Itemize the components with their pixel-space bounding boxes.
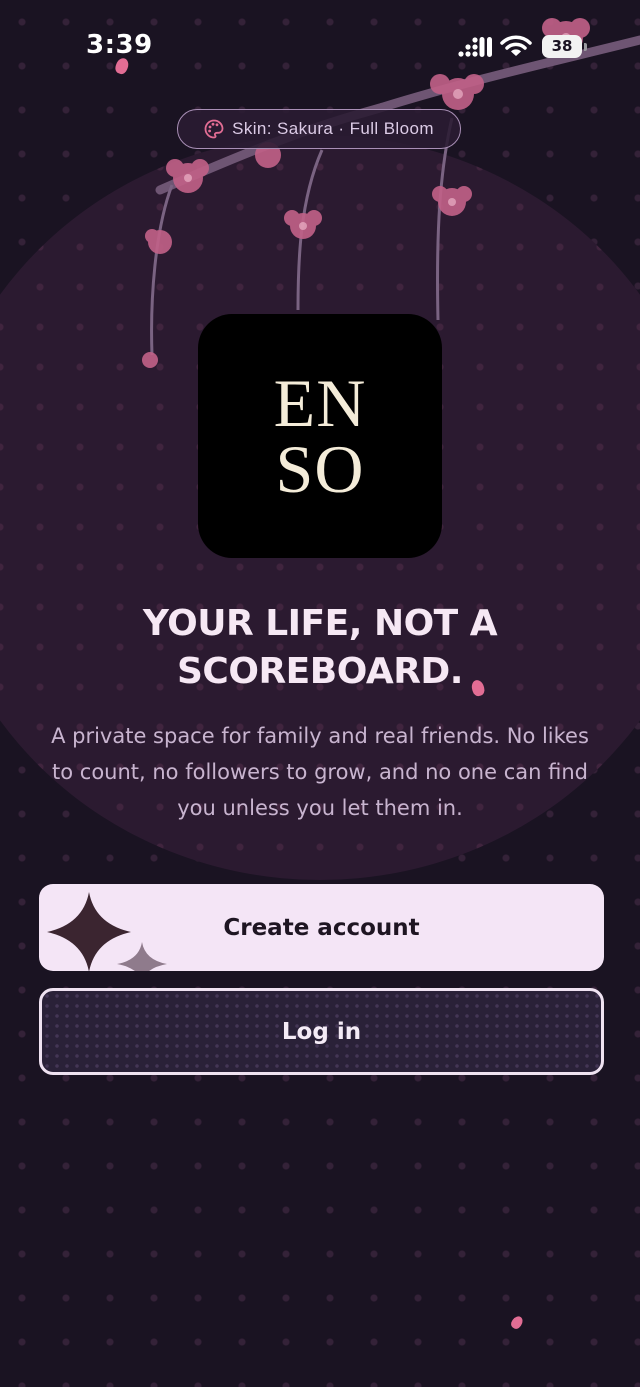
battery-icon: 38 xyxy=(542,35,587,58)
falling-petal xyxy=(509,1314,525,1331)
skin-selector-chip[interactable]: Skin: Sakura · Full Bloom xyxy=(177,109,461,149)
skin-label: Skin: Sakura · Full Bloom xyxy=(232,119,434,138)
sparkle-icon xyxy=(117,942,167,971)
create-account-label: Create account xyxy=(223,914,420,941)
tagline: A private space for family and real frie… xyxy=(51,724,589,820)
palette-icon xyxy=(204,119,224,139)
create-account-button[interactable]: Create account xyxy=(39,884,604,971)
log-in-label: Log in xyxy=(281,1018,362,1045)
log-in-button[interactable]: Log in xyxy=(39,988,604,1075)
app-logo: EN SO xyxy=(198,314,442,558)
headline: YOUR LIFE, NOT A SCOREBOARD. xyxy=(142,603,498,692)
status-time: 3:39 xyxy=(86,30,153,60)
logo-text-line-1: EN xyxy=(273,365,367,441)
welcome-screen: 3:39 38 Skin: Sakura · Full Bloom EN SO … xyxy=(0,0,640,1387)
cellular-signal-icon xyxy=(458,37,492,57)
sparkle-icon xyxy=(47,892,131,971)
wifi-icon xyxy=(500,35,532,56)
logo-text-line-2: SO xyxy=(275,431,365,507)
